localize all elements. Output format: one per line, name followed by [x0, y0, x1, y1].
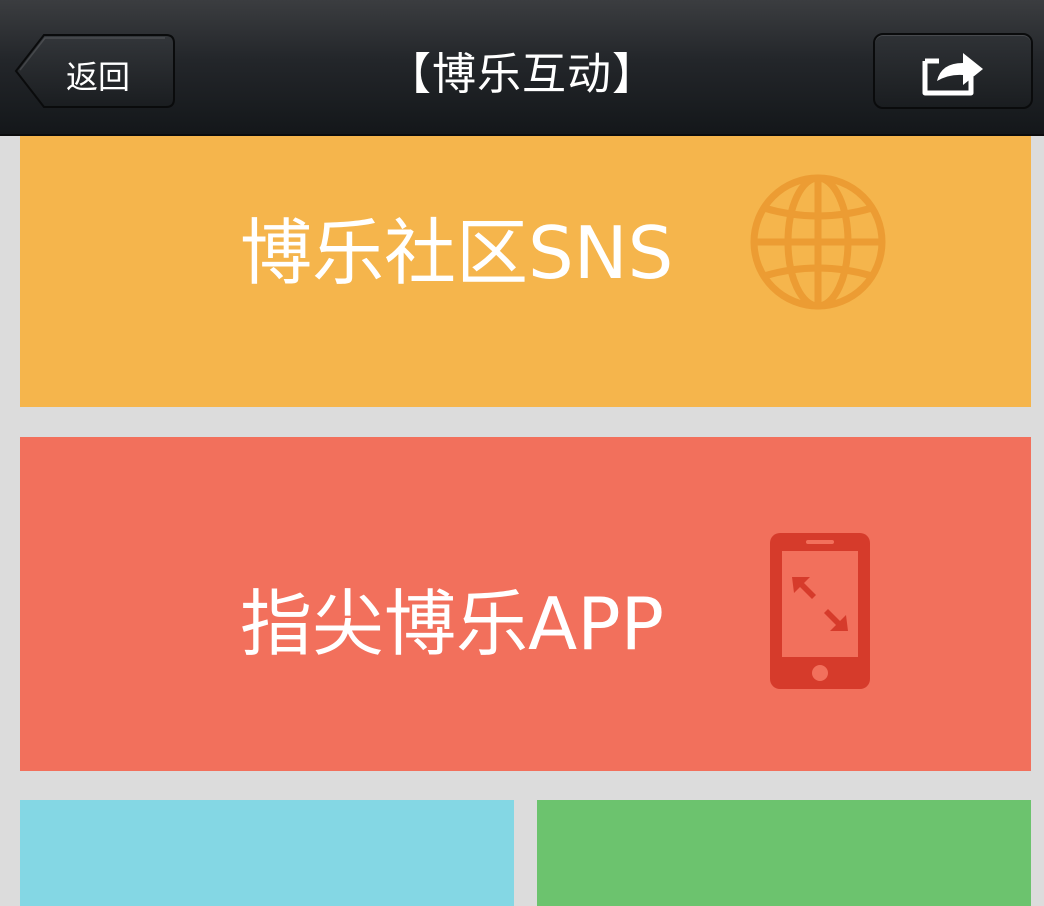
tile-label: 博乐社区SNS	[240, 211, 674, 295]
mobile-app-tile[interactable]: 指尖博乐APP	[20, 437, 1031, 771]
tile-label: 指尖博乐APP	[240, 582, 665, 666]
green-tile[interactable]	[537, 800, 1031, 906]
top-navigation-bar: 返回 【博乐互动】	[0, 0, 1044, 136]
blue-tile[interactable]	[20, 800, 514, 906]
mobile-phone-icon	[770, 533, 870, 689]
share-icon	[922, 53, 983, 96]
globe-icon	[750, 174, 886, 310]
community-sns-tile[interactable]: 博乐社区SNS	[20, 136, 1031, 407]
share-button[interactable]	[873, 33, 1033, 109]
